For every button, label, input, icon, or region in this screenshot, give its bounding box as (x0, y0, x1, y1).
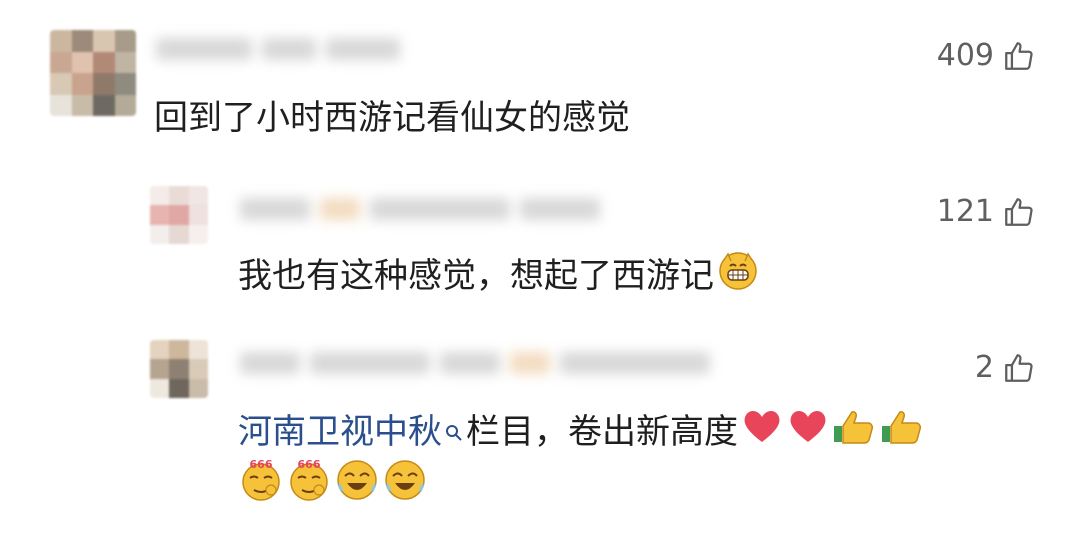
thumbs-up-icon (1002, 351, 1036, 385)
username-blurred[interactable] (240, 198, 600, 220)
emoji-row: 666 666 (238, 456, 428, 506)
heart-emoji (740, 406, 784, 457)
avatar[interactable] (50, 30, 136, 116)
like-count: 121 (936, 194, 994, 229)
like-button[interactable]: 121 (937, 194, 1036, 229)
search-icon (444, 410, 464, 454)
laugh-cry-emoji (334, 456, 380, 506)
thumbs-up-emoji (880, 406, 926, 457)
comment-text: 我也有这种感觉，想起了西游记 (238, 250, 760, 301)
thumbs-up-icon (1002, 195, 1036, 229)
heart-emoji (786, 406, 830, 457)
username-blurred[interactable] (240, 352, 710, 374)
like-count: 2 (974, 350, 994, 385)
like-button[interactable]: 2 (975, 350, 1036, 385)
like-count: 409 (936, 38, 994, 73)
thumbs-up-icon (1002, 39, 1036, 73)
grin-emoji (716, 250, 760, 301)
666-emoji: 666 (286, 456, 332, 506)
comment-text: 河南卫视中秋 栏目，卷出新高度 (238, 406, 926, 457)
comment-text: 回到了小时西游记看仙女的感觉 (154, 98, 630, 138)
666-emoji: 666 (238, 456, 284, 506)
like-button[interactable]: 409 (937, 38, 1036, 73)
svg-text:666: 666 (250, 458, 273, 471)
username-blurred[interactable] (156, 38, 400, 60)
avatar[interactable] (150, 340, 208, 398)
thumbs-up-emoji (832, 406, 878, 457)
laugh-cry-emoji (382, 456, 428, 506)
avatar[interactable] (150, 186, 208, 244)
topic-link[interactable]: 河南卫视中秋 (238, 410, 466, 454)
svg-text:666: 666 (298, 458, 321, 471)
